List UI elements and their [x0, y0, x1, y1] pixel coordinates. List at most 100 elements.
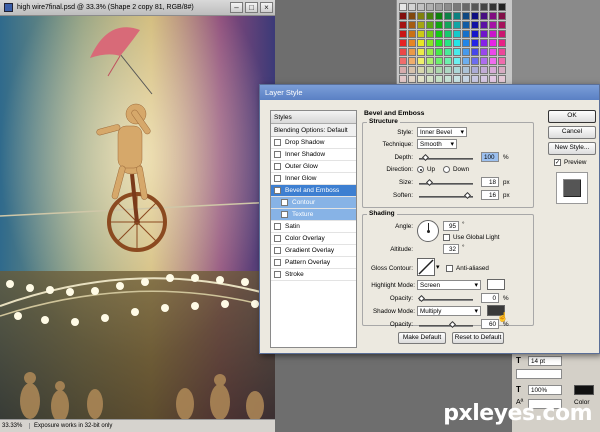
color-swatch[interactable] [435, 3, 443, 11]
highlight-color-swatch[interactable] [487, 279, 505, 290]
zoom-level[interactable]: 33.33% [2, 423, 30, 429]
shadow-opacity-knob[interactable] [448, 320, 457, 329]
blending-options-item[interactable]: Blending Options: Default [271, 124, 356, 137]
color-swatch[interactable] [498, 12, 506, 20]
color-swatch[interactable] [417, 3, 425, 11]
color-swatch[interactable] [489, 30, 497, 38]
highlight-opacity-field[interactable]: 0 [481, 293, 499, 303]
color-swatch[interactable] [498, 3, 506, 11]
color-swatch[interactable] [480, 57, 488, 65]
color-swatch[interactable] [408, 30, 416, 38]
color-swatch[interactable] [453, 30, 461, 38]
color-swatch[interactable] [489, 66, 497, 74]
size-field[interactable]: 18 [481, 177, 499, 187]
new-style-button[interactable]: New Style... [548, 142, 596, 155]
cancel-button[interactable]: Cancel [548, 126, 596, 139]
depth-field[interactable]: 100 [481, 152, 499, 162]
maximize-button[interactable]: □ [245, 2, 258, 13]
artwork-canvas[interactable] [0, 16, 275, 419]
size-slider-knob[interactable] [425, 178, 434, 187]
color-swatch[interactable] [453, 48, 461, 56]
color-swatch[interactable] [426, 48, 434, 56]
color-swatch[interactable] [417, 75, 425, 83]
color-swatch[interactable] [471, 48, 479, 56]
style-item-contour[interactable]: Contour [271, 197, 356, 209]
color-swatch[interactable] [399, 21, 407, 29]
ok-button[interactable]: OK [548, 110, 596, 123]
color-swatch[interactable] [399, 57, 407, 65]
color-swatch[interactable] [417, 21, 425, 29]
color-swatch[interactable] [435, 57, 443, 65]
style-item-stroke[interactable]: Stroke [271, 269, 356, 281]
highlight-mode-select[interactable]: Screen [417, 280, 481, 290]
direction-up-radio[interactable] [417, 166, 424, 173]
style-checkbox[interactable] [274, 271, 281, 278]
global-light-checkbox[interactable] [443, 234, 450, 241]
style-checkbox[interactable] [274, 259, 281, 266]
color-swatch[interactable] [462, 66, 470, 74]
color-swatch[interactable] [417, 39, 425, 47]
color-swatch[interactable] [435, 39, 443, 47]
color-swatch[interactable] [489, 3, 497, 11]
style-item-inner-shadow[interactable]: Inner Shadow [271, 149, 356, 161]
bevel-style-select[interactable]: Inner Bevel [417, 127, 467, 137]
style-checkbox[interactable] [281, 211, 288, 218]
text-color-swatch[interactable] [574, 385, 594, 395]
anti-aliased-checkbox[interactable] [446, 265, 453, 272]
color-swatch[interactable] [444, 48, 452, 56]
style-checkbox[interactable] [274, 247, 281, 254]
style-checkbox[interactable] [274, 163, 281, 170]
color-swatch[interactable] [498, 21, 506, 29]
color-swatch[interactable] [444, 21, 452, 29]
style-item-bevel-and-emboss[interactable]: ✓ Bevel and Emboss [271, 185, 356, 197]
document-titlebar[interactable]: high wire7final.psd @ 33.3% (Shape 2 cop… [0, 0, 275, 16]
color-swatch[interactable] [453, 3, 461, 11]
soften-slider[interactable] [419, 191, 473, 200]
color-swatch[interactable] [426, 66, 434, 74]
color-swatch[interactable] [435, 30, 443, 38]
style-checkbox[interactable] [274, 235, 281, 242]
color-swatch[interactable] [399, 48, 407, 56]
color-swatch[interactable] [471, 12, 479, 20]
color-swatch[interactable] [444, 57, 452, 65]
close-button[interactable]: × [260, 2, 273, 13]
color-swatch[interactable] [453, 21, 461, 29]
color-swatch[interactable] [435, 48, 443, 56]
shadow-opacity-field[interactable]: 60 [481, 319, 499, 329]
depth-slider-knob[interactable] [421, 153, 430, 162]
color-swatch[interactable] [444, 39, 452, 47]
color-swatch[interactable] [435, 75, 443, 83]
soften-field[interactable]: 16 [481, 190, 499, 200]
style-checkbox[interactable] [274, 175, 281, 182]
color-swatch[interactable] [399, 30, 407, 38]
color-swatch[interactable] [462, 21, 470, 29]
style-item-texture[interactable]: Texture [271, 209, 356, 221]
size-slider[interactable] [419, 178, 473, 187]
color-swatch[interactable] [399, 39, 407, 47]
color-swatch[interactable] [489, 12, 497, 20]
color-swatch[interactable] [444, 30, 452, 38]
color-swatch[interactable] [462, 30, 470, 38]
color-swatch[interactable] [462, 48, 470, 56]
color-swatch[interactable] [408, 66, 416, 74]
color-swatch[interactable] [417, 66, 425, 74]
color-swatch[interactable] [471, 30, 479, 38]
color-swatch[interactable] [498, 57, 506, 65]
color-swatch[interactable] [480, 3, 488, 11]
color-swatch[interactable] [408, 48, 416, 56]
minimize-button[interactable]: – [230, 2, 243, 13]
color-swatch[interactable] [498, 48, 506, 56]
color-swatch[interactable] [480, 21, 488, 29]
style-checkbox[interactable]: ✓ [274, 187, 281, 194]
style-item-color-overlay[interactable]: Color Overlay [271, 233, 356, 245]
color-swatch[interactable] [408, 57, 416, 65]
color-swatch[interactable] [408, 39, 416, 47]
color-swatch[interactable] [480, 66, 488, 74]
color-swatch[interactable] [471, 66, 479, 74]
color-swatch[interactable] [471, 39, 479, 47]
color-swatch[interactable] [417, 12, 425, 20]
color-swatch[interactable] [408, 12, 416, 20]
color-swatch[interactable] [426, 30, 434, 38]
color-swatch[interactable] [435, 12, 443, 20]
color-swatch[interactable] [489, 48, 497, 56]
